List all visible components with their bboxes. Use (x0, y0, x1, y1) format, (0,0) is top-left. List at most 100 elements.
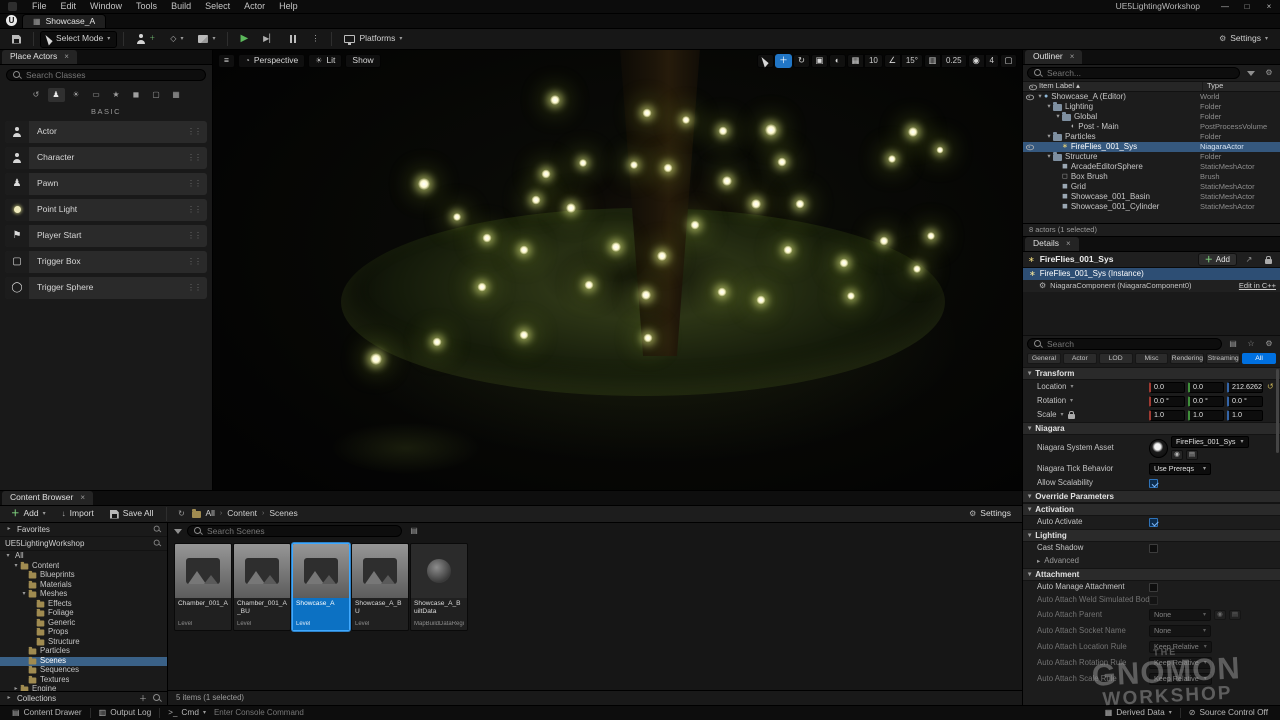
close-icon[interactable]: × (1066, 239, 1071, 248)
vector-input-z[interactable]: 212.6262 (1227, 382, 1263, 393)
edit-in-cpp-link[interactable]: Edit in C++ (1239, 282, 1276, 291)
copy-icon[interactable]: ▤ (1186, 450, 1198, 460)
browse-icon[interactable]: ◉ (1214, 610, 1226, 620)
place-actor-character[interactable]: Character⋮⋮ (5, 147, 207, 169)
section-header-attachment[interactable]: ▾Attachment (1023, 568, 1280, 581)
outliner-row-global[interactable]: ▾GlobalFolder (1023, 112, 1280, 122)
outliner-row-arcadeeditorsphere[interactable]: ◼ArcadeEditorSphereStaticMeshActor (1023, 162, 1280, 172)
outliner-row-showcase-001-basin[interactable]: ◼Showcase_001_BasinStaticMeshActor (1023, 192, 1280, 202)
close-icon[interactable]: × (80, 493, 85, 502)
menu-tools[interactable]: Tools (129, 0, 164, 13)
blueprints-button[interactable]: ◇ ▾ (164, 31, 189, 48)
save-button[interactable] (6, 31, 27, 48)
grid-snap-toggle[interactable]: ▦ (847, 54, 864, 68)
skip-button[interactable]: ▶▏ (257, 31, 281, 48)
component-row[interactable]: ⚙ NiagaraComponent (NiagaraComponent0) E… (1023, 280, 1280, 292)
save-all-button[interactable]: Save All (104, 507, 160, 521)
section-header-override-parameters[interactable]: ▾Override Parameters (1023, 490, 1280, 503)
checkbox-allow-scalability[interactable] (1149, 479, 1158, 488)
category-all-button[interactable]: ▦ (168, 88, 185, 102)
translate-tool-button[interactable]: ＋ (775, 54, 792, 68)
details-favorites-button[interactable]: ☆ (1244, 338, 1258, 350)
minimize-button[interactable]: — (1214, 0, 1236, 13)
rotation-snap-value[interactable]: 15° (901, 54, 923, 68)
tab-outliner[interactable]: Outliner × (1025, 50, 1082, 64)
content-drawer-button[interactable]: ▤ Content Drawer (4, 706, 90, 720)
folder-textures[interactable]: Textures (0, 676, 167, 686)
scale-snap-toggle[interactable]: ▥ (924, 54, 941, 68)
folder-scenes[interactable]: Scenes (0, 657, 167, 667)
folder-blueprints[interactable]: Blueprints (0, 571, 167, 581)
add-asset-button[interactable]: ＋ Add ▾ (5, 507, 52, 521)
browse-icon[interactable]: ◉ (1171, 450, 1183, 460)
rotation-snap-toggle[interactable]: ∠ (884, 54, 901, 68)
place-actor-point-light[interactable]: Point Light⋮⋮ (5, 199, 207, 221)
search-icon[interactable] (153, 694, 162, 703)
grid-snap-value[interactable]: 10 (864, 54, 883, 68)
editor-settings-dropdown[interactable]: ⚙ Settings ▾ (1213, 31, 1274, 48)
editor-mode-dropdown[interactable]: Select Mode ▾ (40, 31, 117, 48)
menu-help[interactable]: Help (272, 0, 305, 13)
checkbox-auto-activate[interactable] (1149, 518, 1158, 527)
filter-tab-misc[interactable]: Misc (1135, 353, 1169, 364)
select-niagara-tick-behavior[interactable]: Use Prereqs▾ (1149, 463, 1211, 475)
unreal-logo-icon[interactable]: U (6, 15, 17, 26)
details-display-button[interactable]: ▤ (1226, 338, 1240, 350)
add-component-button[interactable]: ＋ Add (1198, 253, 1237, 266)
platforms-dropdown[interactable]: Platforms ▾ (338, 31, 408, 48)
outliner-row-fireflies-001-sys[interactable]: ∗FireFlies_001_SysNiagaraActor (1023, 142, 1280, 152)
folder-structure[interactable]: Structure (0, 638, 167, 648)
place-actor-actor[interactable]: Actor⋮⋮ (5, 121, 207, 143)
play-options-button[interactable]: ⋮ (305, 31, 325, 48)
favorites-header[interactable]: ▸ Favorites (0, 523, 167, 537)
derived-data-button[interactable]: ▦ Derived Data ▾ (1097, 708, 1180, 718)
breadcrumb-content[interactable]: Content (227, 509, 257, 519)
import-button[interactable]: ↓ Import (56, 507, 100, 521)
vector-input-y[interactable]: 1.0 (1188, 410, 1224, 421)
cmd-dropdown[interactable]: >_ Cmd ▾ (160, 706, 214, 720)
level-tab-showcase-a[interactable]: ▦ Showcase_A (22, 14, 106, 28)
world-space-toggle[interactable]: ◐ (829, 54, 846, 68)
output-log-button[interactable]: ▥ Output Log (91, 706, 160, 720)
folder-meshes[interactable]: ▾Meshes (0, 590, 167, 600)
close-button[interactable]: × (1258, 0, 1280, 13)
breadcrumb-all[interactable]: All (205, 509, 214, 519)
menu-edit[interactable]: Edit (54, 0, 84, 13)
outliner-search-input[interactable] (1047, 68, 1233, 78)
search-icon[interactable] (154, 540, 162, 548)
category-basic-button[interactable]: ♟ (48, 88, 65, 102)
outliner-row-particles[interactable]: ▾ParticlesFolder (1023, 132, 1280, 142)
camera-speed-button[interactable]: ◉ (968, 54, 985, 68)
menu-build[interactable]: Build (164, 0, 198, 13)
scale-tool-button[interactable]: ▣ (811, 54, 828, 68)
place-actor-trigger-box[interactable]: ▢Trigger Box⋮⋮ (5, 251, 207, 273)
view-options-button[interactable]: ▤ (407, 525, 421, 537)
viewport-options-button[interactable]: ≡ (218, 54, 235, 68)
cinematics-button[interactable]: ▾ (192, 31, 221, 48)
section-header-lighting[interactable]: ▾Lighting (1023, 529, 1280, 542)
search-classes-input[interactable] (26, 70, 199, 80)
outliner-row-grid[interactable]: ◼GridStaticMeshActor (1023, 182, 1280, 192)
outliner-settings-button[interactable]: ⚙ (1262, 67, 1276, 79)
asset-showcase-a-builtdata[interactable]: Showcase_A_BuiltDataMapBuildDataRegistry (410, 543, 468, 631)
menu-actor[interactable]: Actor (237, 0, 272, 13)
select-auto-attach-scale-rule[interactable]: Keep Relative▾ (1149, 673, 1212, 685)
folder-props[interactable]: Props (0, 628, 167, 638)
folder-effects[interactable]: Effects (0, 600, 167, 610)
add-collection-icon[interactable]: ＋ (139, 694, 147, 703)
outliner-row-box-brush[interactable]: ◻Box BrushBrush (1023, 172, 1280, 182)
select-auto-attach-parent[interactable]: None▾ (1149, 609, 1211, 621)
outliner-search-field[interactable] (1027, 67, 1240, 79)
quick-add-button[interactable]: ＋ (130, 31, 161, 48)
menu-select[interactable]: Select (198, 0, 237, 13)
details-settings-button[interactable]: ⚙ (1262, 338, 1276, 350)
filter-tab-general[interactable]: General (1027, 353, 1061, 364)
pause-button[interactable] (284, 31, 302, 48)
category-cinematic-button[interactable]: ▭ (88, 88, 105, 102)
category-geometry-button[interactable]: ◼ (128, 88, 145, 102)
tab-details[interactable]: Details × (1025, 237, 1079, 251)
console-command-input[interactable] (214, 708, 434, 717)
category-effects-button[interactable]: ★ (108, 88, 125, 102)
filter-tab-all[interactable]: All (1242, 353, 1276, 364)
select-tool-button[interactable] (757, 54, 774, 68)
